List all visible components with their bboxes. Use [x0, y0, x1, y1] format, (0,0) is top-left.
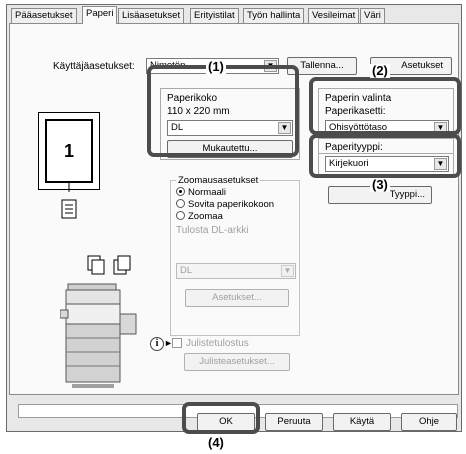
tab-special-modes[interactable]: Erityistilat [190, 8, 239, 23]
tab-basic[interactable]: Pääasetukset [11, 8, 77, 23]
tab-paper[interactable]: Paperi [82, 6, 118, 24]
help-button[interactable]: Ohje [401, 413, 457, 431]
tab-job-handling[interactable]: Työn hallinta [243, 8, 305, 23]
callout-label-3: (3) [370, 177, 390, 192]
poster-checkbox[interactable] [172, 338, 182, 348]
poster-settings-button[interactable]: Julisteasetukset... [184, 353, 290, 371]
copier-machine-icon [60, 283, 137, 388]
dl-sheet-value: DL [180, 265, 193, 276]
zoom-settings-button[interactable]: Asetukset... [185, 289, 289, 307]
zoom-settings-title: Zoomausasetukset [176, 175, 261, 186]
tab-color[interactable]: Väri [360, 8, 385, 23]
tab-advanced[interactable]: Lisäasetukset [118, 8, 185, 23]
tab-bar: Pääasetukset Paperi Lisäasetukset Erityi… [7, 5, 461, 25]
callout-label-4: (4) [206, 435, 226, 450]
callout-box-3 [309, 134, 461, 178]
zoom-fit-radio[interactable]: Sovita paperikokoon [176, 199, 274, 211]
chevron-down-icon[interactable]: ▼ [281, 265, 294, 277]
zoom-custom-radio[interactable]: Zoomaa [176, 211, 223, 223]
callout-box-1 [147, 65, 299, 157]
info-icon: i [150, 337, 164, 351]
user-settings-label: Käyttäjäasetukset: [53, 61, 135, 72]
print-dl-label: Tulosta DL-arkki [176, 225, 249, 236]
apply-button[interactable]: Käytä [333, 413, 391, 431]
callout-box-2 [309, 77, 461, 135]
callout-label-1: (1) [206, 59, 226, 74]
callout-label-2: (2) [370, 63, 390, 78]
poster-label: Julistetulostus [186, 338, 249, 349]
zoom-normal-radio[interactable]: Normaali [176, 187, 226, 199]
callout-box-4 [182, 402, 260, 434]
cancel-button[interactable]: Peruuta [265, 413, 323, 431]
tab-watermarks[interactable]: Vesileimat [308, 8, 360, 23]
zoom-settings-group: Zoomausasetukset Normaali Sovita paperik… [170, 175, 300, 336]
dl-sheet-select[interactable]: DL ▼ [176, 263, 296, 279]
duplex-pages-icon [86, 254, 136, 276]
